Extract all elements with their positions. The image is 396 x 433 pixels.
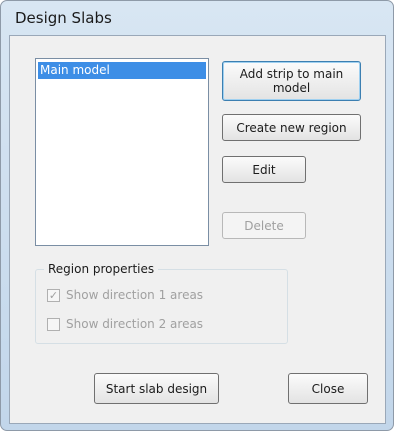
model-list[interactable]: Main model <box>35 58 209 246</box>
start-slab-design-button[interactable]: Start slab design <box>94 373 219 404</box>
title-bar[interactable]: Design Slabs <box>1 1 393 35</box>
show-direction-2-row[interactable]: Show direction 2 areas <box>47 316 203 332</box>
design-slabs-dialog: Design Slabs Main model Add strip to mai… <box>0 0 394 431</box>
delete-button[interactable]: Delete <box>222 212 306 239</box>
list-item-main-model[interactable]: Main model <box>38 62 206 79</box>
window-title: Design Slabs <box>15 9 112 27</box>
show-direction-1-label: Show direction 1 areas <box>66 288 204 302</box>
region-properties-label: Region properties <box>44 262 159 276</box>
add-strip-button[interactable]: Add strip to main model <box>222 61 361 101</box>
dialog-client-area: Main model Add strip to main model Creat… <box>9 35 386 424</box>
close-button[interactable]: Close <box>288 373 368 404</box>
region-properties-group <box>35 269 288 344</box>
create-region-button[interactable]: Create new region <box>222 114 361 141</box>
show-direction-1-row[interactable]: ✓ Show direction 1 areas <box>47 287 203 303</box>
edit-button[interactable]: Edit <box>222 156 306 183</box>
show-direction-2-checkbox[interactable] <box>47 317 60 331</box>
show-direction-2-label: Show direction 2 areas <box>66 317 204 331</box>
show-direction-1-checkbox[interactable]: ✓ <box>47 288 60 302</box>
